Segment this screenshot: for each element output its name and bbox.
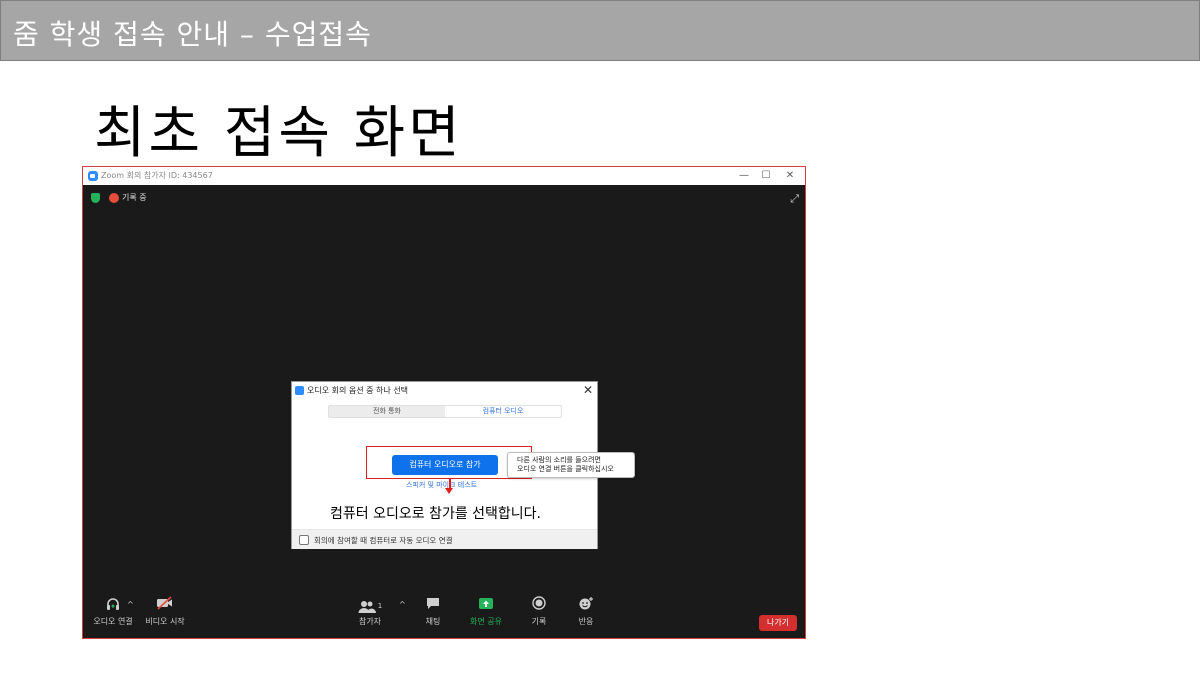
chat-button[interactable]: 채팅 [403,596,463,634]
fullscreen-icon[interactable]: ⤢ [790,192,799,206]
video-off-icon [135,596,195,616]
annotation-arrow-line [449,478,451,488]
participants-button[interactable]: 1 참가자 [340,596,400,634]
slide-header-title: 줌 학생 접속 안내 – 수업접속 [13,18,372,51]
dialog-zoom-logo-icon [295,386,304,395]
audio-tooltip: 다른 사람의 소리를 들으려면 오디오 연결 버튼을 클릭하십시오 [507,452,635,478]
auto-join-checkbox[interactable] [299,535,309,545]
tooltip-line-2: 오디오 연결 버튼을 클릭하십시오 [517,465,614,473]
tab-phone-call[interactable]: 전화 통화 [329,406,445,417]
reactions-label: 반응 [578,617,594,626]
audio-tabs: 전화 통화 컴퓨터 오디오 [328,405,562,418]
slide-title: 최초 접속 화면 [94,101,463,166]
annotation-arrow-head [445,488,453,494]
zoom-window-title: Zoom 회의 참가자 ID: 434567 [101,171,213,180]
slide-header: 줌 학생 접속 안내 – 수업접속 [0,0,1200,61]
window-close-button[interactable]: ✕ [779,168,801,184]
dialog-title: 오디오 회의 옵션 중 하나 선택 [307,386,409,395]
tab-computer-audio[interactable]: 컴퓨터 오디오 [445,406,561,417]
participants-count: 1 [377,602,383,610]
slide: 줌 학생 접속 안내 – 수업접속 최초 접속 화면 Zoom 회의 참가자 I… [0,0,1200,675]
zoom-titlebar: Zoom 회의 참가자 ID: 434567 — ☐ ✕ [83,167,805,185]
share-screen-button[interactable]: 화면 공유 [456,596,516,634]
maximize-button[interactable]: ☐ [755,168,777,184]
close-icon[interactable]: ✕ [583,383,593,397]
reactions-icon [556,596,616,616]
speaker-mic-test-link[interactable]: 스피커 및 마이크 테스트 [406,480,477,490]
record-icon [109,193,119,203]
share-screen-icon [456,596,516,616]
headphones-icon [83,596,143,616]
video-start-button[interactable]: 비디오 시작 [135,596,195,634]
reactions-button[interactable]: 반응 [556,596,616,634]
auto-join-label: 회의에 참여할 때 컴퓨터로 자동 오디오 연결 [314,536,453,545]
instruction-caption: 컴퓨터 오디오로 참가를 선택합니다. [330,506,541,522]
audio-options-dialog: 오디오 회의 옵션 중 하나 선택 ✕ 전화 통화 컴퓨터 오디오 컴퓨터 오디… [291,381,635,549]
chat-label: 채팅 [425,617,441,626]
chat-icon [403,596,463,616]
tooltip-text: 다른 사람의 소리를 들으려면 오디오 연결 버튼을 클릭하십시오 [517,456,614,474]
meeting-toolbar: 오디오 연결 ^ 비디오 시작 1 참가자 ^ 채팅 화면 공유 기록 반응 나… [83,590,805,638]
minimize-button[interactable]: — [733,168,755,184]
video-start-label: 비디오 시작 [145,617,185,626]
share-screen-label: 화면 공유 [470,617,502,626]
caret-up-icon[interactable]: ^ [127,600,134,609]
shield-icon[interactable] [91,193,100,203]
dialog-footer: 회의에 참여할 때 컴퓨터로 자동 오디오 연결 [292,529,597,549]
audio-connect-label: 오디오 연결 [93,617,133,626]
participants-icon: 1 [340,596,400,616]
participants-label: 참가자 [358,617,382,626]
audio-connect-button[interactable]: 오디오 연결 [83,596,143,634]
recording-status: 기록 중 [122,193,147,202]
leave-button[interactable]: 나가기 [759,615,797,631]
zoom-logo-icon [88,171,98,181]
tooltip-line-1: 다른 사람의 소리를 들으려면 [517,456,601,464]
